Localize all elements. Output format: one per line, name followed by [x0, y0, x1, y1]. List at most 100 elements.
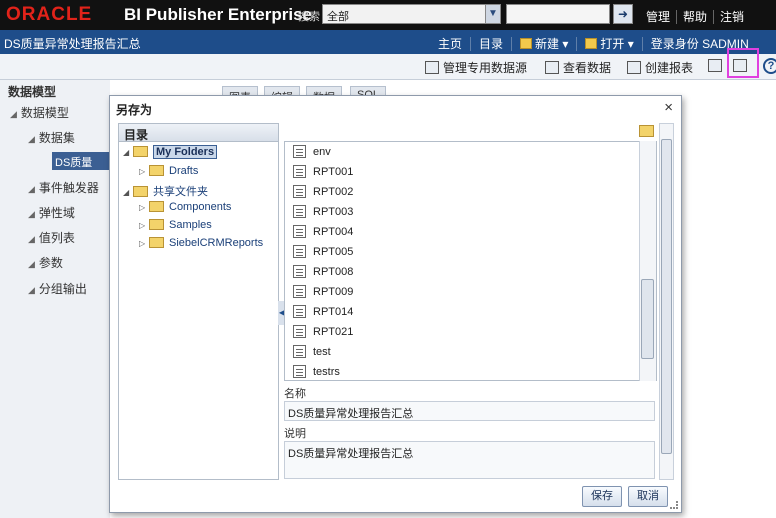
tree-label: Components — [169, 201, 232, 213]
panel-header: 数据模型 — [8, 85, 57, 99]
editor-toolbar: 管理专用数据源 查看数据 创建报表 — [0, 54, 776, 80]
search-input[interactable] — [506, 4, 610, 24]
context-bar: DS质量异常处理报告汇总 主页 目录 新建 ▾ 打开 ▾ 登录身份 SADMIN — [0, 30, 776, 54]
list-item[interactable]: RPT009 — [293, 285, 353, 298]
list-item[interactable]: RPT014 — [293, 305, 353, 318]
close-icon[interactable]: × — [664, 99, 673, 116]
item-label: RPT004 — [313, 226, 354, 238]
tree-label: 分组输出 — [38, 282, 87, 296]
tree-flexfields[interactable]: ◢ 弹性域 — [28, 204, 75, 221]
home-link[interactable]: 主页 — [430, 37, 470, 51]
search-scope-select[interactable]: 全部 — [322, 4, 486, 24]
list-item[interactable]: test — [293, 345, 331, 358]
tree-siebel-reports[interactable]: ▷ SiebelCRMReports — [139, 237, 263, 249]
list-item[interactable]: RPT001 — [293, 165, 353, 178]
list-item[interactable]: RPT003 — [293, 205, 353, 218]
report-icon — [293, 185, 306, 198]
search-label: 搜索 — [298, 11, 320, 23]
folder-icon — [149, 165, 164, 176]
logout-link[interactable]: 注销 — [713, 10, 751, 24]
item-label: testrs — [313, 366, 340, 378]
resize-grip[interactable] — [670, 501, 678, 509]
name-label: 名称 — [284, 388, 306, 400]
collapsed-icon: ▷ — [139, 203, 146, 212]
item-label: test — [313, 346, 331, 358]
dialog-scroll-thumb[interactable] — [661, 139, 672, 454]
save-icon[interactable] — [708, 59, 726, 73]
new-menu[interactable]: 新建 ▾ — [511, 37, 577, 51]
view-data-button[interactable]: 查看数据 — [545, 59, 611, 76]
global-links: 管理 帮助 注销 — [640, 8, 751, 25]
expand-icon: ◢ — [28, 209, 35, 219]
expand-icon: ◢ — [28, 184, 35, 194]
tree-header: 目录 — [119, 124, 278, 142]
admin-link[interactable]: 管理 — [640, 10, 676, 24]
tree-label: 事件触发器 — [38, 181, 99, 195]
search-go-icon[interactable]: ➜ — [613, 4, 633, 24]
name-field[interactable]: DS质量异常处理报告汇总 — [284, 401, 655, 421]
item-label: env — [313, 146, 331, 158]
tree-shared-folders[interactable]: ◢ 共享文件夹 — [123, 183, 208, 199]
tree-parameters[interactable]: ◢ 参数 — [28, 254, 63, 271]
create-report-label: 创建报表 — [645, 61, 694, 75]
save-button[interactable]: 保存 — [582, 486, 622, 507]
report-icon — [293, 285, 306, 298]
save-small-icon — [708, 59, 722, 72]
expand-icon: ◢ — [28, 259, 35, 269]
tree-data-sets[interactable]: ◢ 数据集 — [28, 129, 75, 146]
item-label: RPT005 — [313, 246, 354, 258]
tree-components[interactable]: ▷ Components — [139, 201, 231, 213]
list-item[interactable]: RPT005 — [293, 245, 353, 258]
list-item[interactable]: RPT002 — [293, 185, 353, 198]
description-field[interactable]: DS质量异常处理报告汇总 — [284, 441, 655, 479]
list-item[interactable]: RPT004 — [293, 225, 353, 238]
list-item[interactable]: RPT021 — [293, 325, 353, 338]
report-icon — [293, 165, 306, 178]
product-name: BI Publisher Enterprise — [124, 5, 312, 24]
list-item[interactable]: RPT008 — [293, 265, 353, 278]
help-link[interactable]: 帮助 — [676, 10, 714, 24]
report-icon — [293, 305, 306, 318]
collapsed-icon: ▷ — [139, 221, 146, 230]
tree-lovs[interactable]: ◢ 值列表 — [28, 229, 75, 246]
item-label: RPT021 — [313, 326, 354, 338]
create-report-button[interactable]: 创建报表 — [627, 59, 693, 76]
tree-bursting[interactable]: ◢ 分组输出 — [28, 280, 87, 297]
tree-label: Drafts — [169, 165, 199, 177]
report-icon — [293, 225, 306, 238]
report-icon — [293, 245, 306, 258]
folder-icon — [149, 219, 164, 230]
tree-my-folders[interactable]: ◢ My Folders — [123, 145, 218, 159]
list-item[interactable]: testrs — [293, 365, 340, 378]
description-label: 说明 — [284, 428, 306, 440]
report-icon — [293, 365, 306, 378]
list-item[interactable]: env — [293, 145, 331, 158]
expand-icon: ◢ — [10, 109, 17, 119]
list-scroll-thumb[interactable] — [641, 279, 654, 359]
expand-icon: ◢ — [123, 148, 130, 157]
collapsed-icon: ▷ — [139, 239, 146, 248]
tree-data-model[interactable]: ◢ 数据模型 — [10, 104, 69, 121]
item-label: RPT001 — [313, 166, 354, 178]
view-data-label: 查看数据 — [563, 61, 612, 75]
report-icon — [293, 205, 306, 218]
create-report-icon — [627, 61, 641, 74]
view-data-icon — [545, 61, 559, 74]
tree-event-triggers[interactable]: ◢ 事件触发器 — [28, 179, 99, 196]
cancel-button[interactable]: 取消 — [628, 486, 668, 507]
new-icon — [520, 38, 533, 49]
tree-samples[interactable]: ▷ Samples — [139, 219, 212, 231]
catalog-link[interactable]: 目录 — [470, 37, 512, 51]
tree-drafts[interactable]: ▷ Drafts — [139, 165, 198, 177]
open-menu[interactable]: 打开 ▾ — [576, 37, 642, 51]
tree-label: 值列表 — [38, 231, 75, 245]
manage-datasource-button[interactable]: 管理专用数据源 — [425, 59, 527, 76]
chevron-down-icon[interactable]: ▼ — [485, 4, 501, 24]
tree-selected-dataset[interactable]: DS质量 — [52, 152, 110, 170]
new-folder-icon[interactable] — [639, 125, 654, 137]
expand-icon: ◢ — [28, 285, 35, 295]
report-icon — [293, 145, 306, 158]
save-as-highlight — [727, 48, 759, 78]
help-icon[interactable]: ? — [763, 58, 776, 74]
new-label: 新建 — [535, 37, 560, 51]
